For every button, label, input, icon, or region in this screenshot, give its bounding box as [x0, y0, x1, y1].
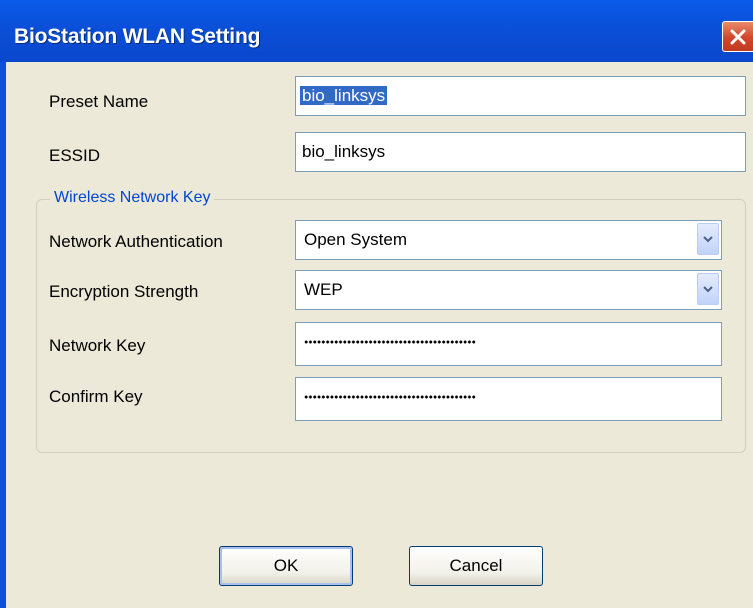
cancel-button[interactable]: Cancel	[409, 546, 543, 586]
wireless-key-legend: Wireless Network Key	[50, 189, 215, 207]
encryption-strength-value: WEP	[304, 280, 343, 299]
preset-name-value: bio_linksys	[300, 86, 388, 105]
window-title: BioStation WLAN Setting	[14, 25, 261, 48]
dialog-body: Preset Name bio_linksys ESSID bio_linksy…	[6, 62, 753, 608]
close-button[interactable]	[722, 21, 753, 52]
encryption-strength-label: Encryption Strength	[49, 282, 199, 301]
preset-name-label: Preset Name	[49, 92, 149, 111]
ok-button[interactable]: OK	[219, 546, 353, 586]
confirm-key-input[interactable]	[295, 377, 722, 421]
network-key-label: Network Key	[49, 336, 146, 355]
essid-label: ESSID	[49, 146, 101, 165]
network-authentication-dropdown-button[interactable]	[697, 223, 719, 255]
network-key-masked	[304, 340, 476, 344]
title-bar[interactable]: BioStation WLAN Setting	[0, 0, 753, 62]
encryption-strength-dropdown-button[interactable]	[697, 273, 719, 305]
chevron-down-icon	[703, 236, 713, 243]
confirm-key-masked	[304, 395, 476, 399]
essid-value: bio_linksys	[302, 142, 386, 161]
confirm-key-label: Confirm Key	[49, 387, 143, 406]
network-key-input[interactable]	[295, 322, 722, 366]
preset-name-input[interactable]: bio_linksys	[295, 76, 746, 116]
network-authentication-select[interactable]: Open System	[295, 220, 722, 260]
network-authentication-label: Network Authentication	[49, 232, 223, 251]
essid-input[interactable]: bio_linksys	[295, 132, 746, 172]
chevron-down-icon	[703, 286, 713, 293]
close-icon	[730, 29, 746, 44]
network-authentication-value: Open System	[304, 230, 407, 249]
encryption-strength-select[interactable]: WEP	[295, 270, 722, 310]
